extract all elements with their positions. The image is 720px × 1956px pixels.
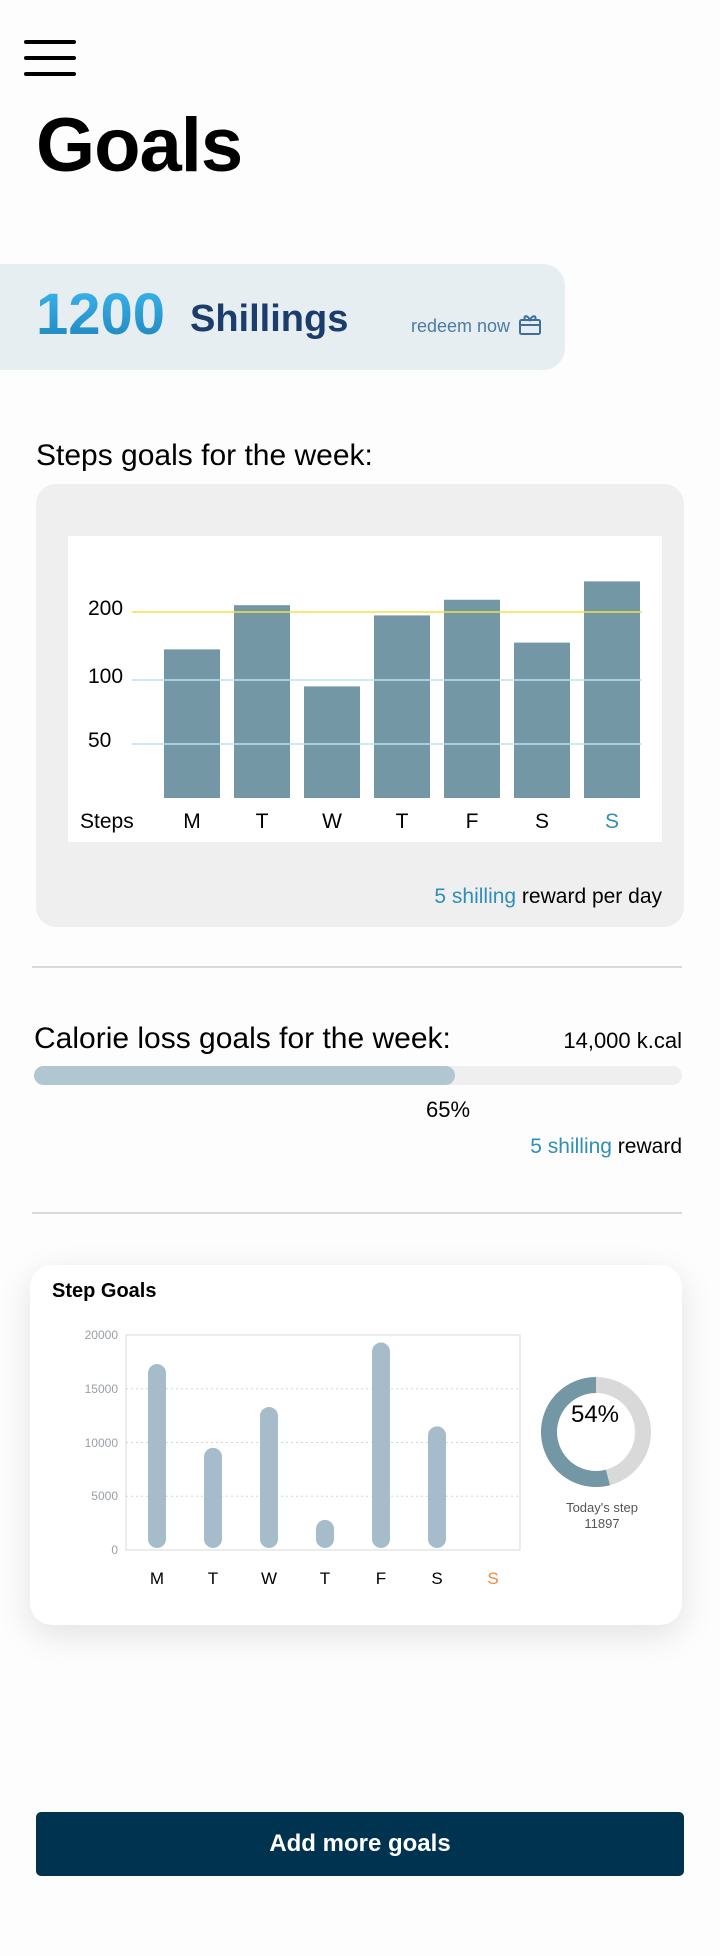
steps-bar — [234, 605, 290, 798]
step-goals-x-tick: T — [319, 1569, 331, 1588]
step-goals-x-tick: F — [375, 1569, 387, 1588]
steps-x-tick: T — [395, 810, 409, 833]
steps-bar — [514, 642, 570, 798]
step-goals-bar — [316, 1519, 334, 1548]
step-goals-card: Step Goals 0 5000 10000 15000 20000 M T W T F S S — [30, 1265, 682, 1625]
step-goals-bar — [372, 1342, 390, 1548]
balance-amount: 1200 — [36, 282, 166, 347]
steps-reward-amount: 5 shilling — [434, 885, 517, 908]
step-goals-y-tick: 0 — [111, 1543, 118, 1557]
step-goals-x-tick: S — [487, 1569, 499, 1588]
balance-unit: Shillings — [190, 298, 349, 340]
steps-x-tick: F — [465, 810, 479, 833]
steps-y-tick: 100 — [88, 665, 124, 688]
step-goals-y-tick: 20000 — [84, 1328, 118, 1342]
calorie-progress-percent: 65% — [426, 1097, 471, 1122]
steps-goals-card: Steps 50 100 200 M T W T F S S 5 shilling reward … — [36, 484, 684, 927]
step-goals-x-tick: W — [260, 1569, 278, 1588]
today-step-count: 11897 — [584, 1516, 620, 1532]
calorie-goals-title: Calorie loss goals for the week: — [34, 1022, 451, 1055]
steps-goals-title: Steps goals for the week: — [36, 439, 373, 472]
steps-x-tick: T — [255, 810, 269, 833]
steps-y-tick: 50 — [88, 729, 112, 752]
steps-axis-label: Steps — [80, 810, 134, 833]
step-goals-bar — [204, 1447, 222, 1548]
steps-bar — [444, 599, 500, 798]
step-goals-y-tick: 10000 — [84, 1435, 118, 1450]
steps-x-tick: S — [604, 810, 619, 833]
calorie-reward-suffix: reward — [611, 1135, 682, 1158]
calorie-total: 14,000 k.cal — [563, 1028, 682, 1053]
section-divider — [32, 966, 682, 968]
steps-bar — [374, 615, 430, 798]
hamburger-icon-line — [24, 40, 76, 44]
step-goals-chart-svg — [125, 1334, 651, 1551]
step-goals-bar — [260, 1407, 278, 1548]
steps-y-tick: 200 — [88, 597, 124, 620]
today-step-percent: 54% — [570, 1401, 620, 1428]
calorie-reward-text: 5 shilling reward — [530, 1136, 682, 1157]
redeem-now-link[interactable]: redeem now — [411, 317, 510, 335]
step-goals-x-tick: T — [207, 1569, 219, 1588]
today-step-caption: Today's step 11897 — [508, 1500, 696, 1533]
today-step-label: Today's step — [566, 1500, 638, 1515]
hamburger-icon-line — [24, 72, 76, 76]
hamburger-icon-line — [24, 56, 76, 60]
hamburger-menu-button[interactable] — [24, 40, 76, 76]
calorie-progress-fill — [34, 1066, 456, 1085]
step-goals-y-tick: 15000 — [84, 1381, 118, 1396]
step-goals-y-tick: 5000 — [91, 1489, 118, 1504]
section-divider — [32, 1212, 682, 1214]
steps-bar — [584, 581, 640, 798]
step-goals-x-tick: S — [431, 1569, 443, 1588]
steps-chart-svg — [132, 581, 642, 798]
steps-x-tick: W — [322, 810, 342, 833]
step-goals-x-tick: M — [149, 1569, 165, 1588]
balance-card: 1200 Shillings redeem now — [0, 264, 565, 370]
steps-bar — [164, 649, 220, 798]
steps-x-tick: S — [534, 810, 549, 833]
calorie-reward-amount: 5 shilling — [530, 1135, 612, 1158]
page-title: Goals — [36, 103, 243, 188]
calorie-progress-bar — [34, 1066, 682, 1085]
steps-reward-text: 5 shilling reward per day — [434, 886, 662, 907]
gift-icon[interactable] — [518, 312, 542, 336]
step-goals-bar — [428, 1426, 446, 1548]
steps-x-tick: M — [183, 810, 201, 833]
steps-bar — [304, 686, 360, 798]
add-more-goals-button[interactable]: Add more goals — [36, 1812, 684, 1876]
steps-chart: Steps 50 100 200 M T W T F S S — [68, 536, 662, 842]
steps-reward-suffix: reward per day — [516, 885, 662, 908]
step-goals-bar — [148, 1364, 166, 1548]
